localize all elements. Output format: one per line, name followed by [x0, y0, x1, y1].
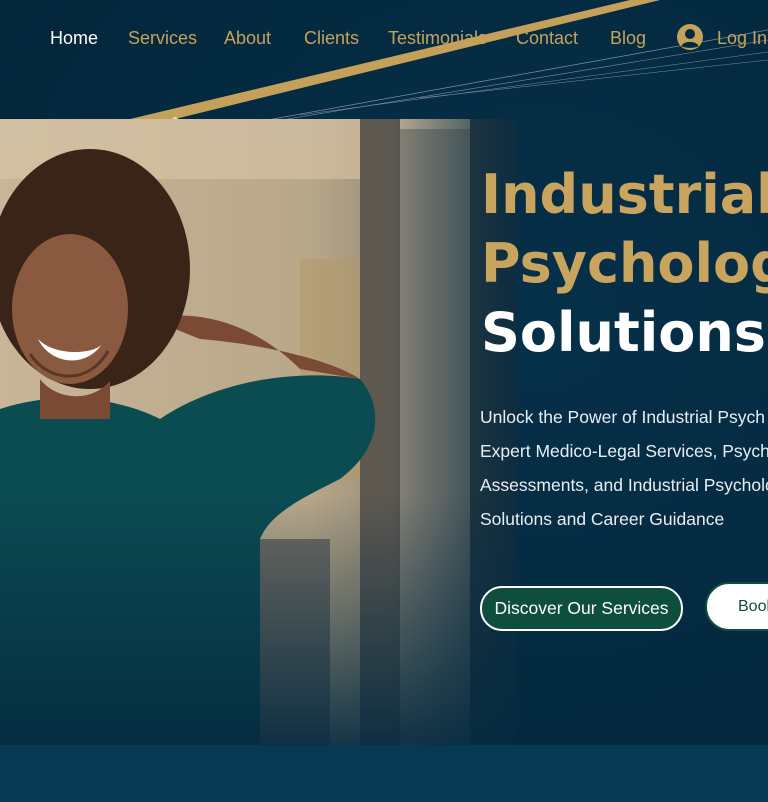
account-circle-icon — [677, 24, 703, 50]
hero-photo — [0, 119, 518, 745]
nav-item-clients[interactable]: Clients — [304, 26, 359, 50]
headline-line-1: Industrial — [481, 163, 768, 226]
nav-item-contact[interactable]: Contact — [516, 26, 578, 50]
page: Home Services About Clients Testimonials… — [0, 0, 768, 802]
book-button[interactable]: Book — [705, 582, 768, 631]
nav-item-blog[interactable]: Blog — [610, 26, 646, 50]
site-header: Home Services About Clients Testimonials… — [0, 0, 768, 76]
hero-subtext: Unlock the Power of Industrial Psych Exp… — [480, 400, 768, 536]
bottom-band — [0, 745, 768, 802]
login-label: Log In — [717, 28, 768, 48]
nav-item-testimonials[interactable]: Testimonials — [388, 26, 487, 50]
nav-item-about[interactable]: About — [224, 26, 271, 50]
nav-item-services[interactable]: Services — [128, 26, 197, 50]
headline-line-2: Psychology — [481, 232, 768, 295]
discover-services-button[interactable]: Discover Our Services — [480, 586, 683, 631]
subtext-line-3: Assessments, and Industrial Psycholo — [480, 475, 768, 495]
subtext-line-2: Expert Medico-Legal Services, Psych — [480, 441, 768, 461]
subtext-line-4: Solutions and Career Guidance — [480, 509, 725, 529]
nav-item-home[interactable]: Home — [50, 26, 98, 50]
subtext-line-1: Unlock the Power of Industrial Psych — [480, 407, 765, 427]
headline-line-3: Solutions — [481, 301, 766, 364]
hero-headline: Industrial Psychology Solutions — [481, 160, 768, 367]
